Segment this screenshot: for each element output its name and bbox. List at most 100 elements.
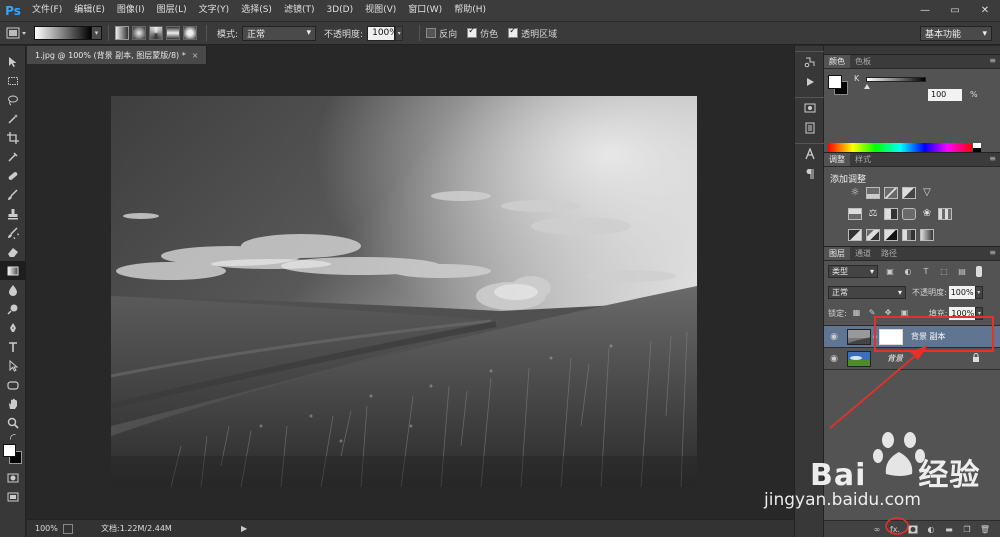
eye-icon[interactable]: ◉: [824, 332, 844, 342]
blend-mode-select[interactable]: 正常 ▾: [828, 285, 906, 299]
photo-filter-icon[interactable]: [902, 208, 916, 220]
pixel-filter-icon[interactable]: ▣: [884, 266, 896, 277]
path-selection-tool[interactable]: [0, 356, 26, 375]
diamond-gradient-button[interactable]: [183, 26, 197, 40]
mask-link-icon[interactable]: ∞: [871, 333, 879, 341]
tab-adjustments[interactable]: 调整: [824, 153, 850, 166]
color-lookup-icon[interactable]: [938, 208, 952, 220]
lock-image-icon[interactable]: ✎: [869, 308, 879, 318]
vibrance-icon[interactable]: ▽: [920, 187, 934, 199]
radial-gradient-button[interactable]: [132, 26, 146, 40]
panel-menu-icon[interactable]: ≡: [989, 248, 996, 257]
layer-name[interactable]: 背景: [887, 353, 903, 364]
healing-brush-tool[interactable]: [0, 166, 26, 185]
close-button[interactable]: ✕: [970, 0, 1000, 21]
layer-opacity-input[interactable]: 100%: [948, 285, 975, 299]
levels-icon[interactable]: [866, 187, 880, 199]
layer-opacity-arrow[interactable]: ▾: [974, 285, 983, 299]
gradient-tool[interactable]: [0, 261, 26, 280]
tab-styles[interactable]: 样式: [850, 153, 876, 166]
swap-colors-button[interactable]: [0, 432, 26, 442]
foreground-color-swatch[interactable]: [3, 444, 16, 457]
delete-layer-icon[interactable]: 🗑: [976, 523, 994, 537]
clone-stamp-tool[interactable]: [0, 204, 26, 223]
threshold-icon[interactable]: [884, 229, 898, 241]
gradient-map-icon[interactable]: [920, 229, 934, 241]
type-filter-icon[interactable]: T: [920, 266, 932, 277]
pen-tool[interactable]: [0, 318, 26, 337]
color-balance-icon[interactable]: ⚖: [866, 208, 880, 220]
quick-mask-button[interactable]: [0, 468, 26, 487]
menu-3d[interactable]: 3D(D): [320, 0, 359, 21]
reflected-gradient-button[interactable]: [166, 26, 180, 40]
linear-gradient-button[interactable]: [115, 26, 129, 40]
actions-panel-icon[interactable]: [795, 72, 825, 92]
menu-image[interactable]: 图像(I): [111, 0, 151, 21]
adjustment-filter-icon[interactable]: ◐: [902, 266, 914, 277]
marquee-tool[interactable]: [0, 71, 26, 90]
eraser-tool[interactable]: [0, 242, 26, 261]
link-layers-icon[interactable]: ∞: [868, 523, 886, 537]
layer-thumbnail[interactable]: [847, 350, 871, 367]
panel-menu-icon[interactable]: ≡: [989, 154, 996, 163]
minimize-button[interactable]: —: [910, 0, 940, 21]
shape-filter-icon[interactable]: ⬚: [938, 266, 950, 277]
screen-mode-button[interactable]: [0, 487, 26, 506]
document-tab[interactable]: 1.jpg @ 100% (背景 副本, 图层蒙版/8) * ×: [27, 46, 208, 64]
menu-help[interactable]: 帮助(H): [448, 0, 492, 21]
layer-row-background-copy[interactable]: ◉ ∞ 背景 副本: [824, 326, 1000, 348]
k-slider-thumb[interactable]: [864, 84, 870, 89]
zoom-tool[interactable]: [0, 413, 26, 432]
lock-all-icon[interactable]: ▣: [901, 308, 911, 318]
export-icon[interactable]: [63, 523, 73, 534]
layer-mask-thumbnail[interactable]: [879, 328, 903, 345]
tool-preset-picker[interactable]: [6, 25, 34, 41]
exposure-icon[interactable]: [902, 187, 916, 199]
hue-saturation-icon[interactable]: [848, 208, 862, 220]
reverse-checkbox[interactable]: [426, 28, 437, 38]
dither-checkbox[interactable]: [467, 26, 478, 38]
info-panel-icon[interactable]: [795, 98, 825, 118]
lasso-tool[interactable]: [0, 90, 26, 109]
black-white-icon[interactable]: [884, 208, 898, 220]
quick-select-tool[interactable]: [0, 109, 26, 128]
menu-edit[interactable]: 编辑(E): [68, 0, 111, 21]
dither-option[interactable]: 仿色: [467, 26, 498, 40]
hand-tool[interactable]: [0, 394, 26, 413]
invert-icon[interactable]: [848, 229, 862, 241]
lock-position-icon[interactable]: ✥: [885, 308, 895, 318]
layer-thumbnail[interactable]: [847, 328, 871, 345]
k-slider-track[interactable]: [866, 77, 926, 82]
transparency-checkbox[interactable]: [508, 26, 519, 38]
zoom-level[interactable]: 100%: [27, 524, 63, 533]
shape-tool[interactable]: [0, 375, 26, 394]
menu-select[interactable]: 选择(S): [235, 0, 278, 21]
properties-panel-icon[interactable]: [795, 118, 825, 138]
menu-layer[interactable]: 图层(L): [151, 0, 193, 21]
document-image[interactable]: [111, 96, 697, 487]
blur-tool[interactable]: [0, 280, 26, 299]
workspace-select[interactable]: 基本功能 ▾: [920, 26, 992, 41]
gradient-picker-arrow[interactable]: ▾: [92, 26, 102, 40]
foreground-color-swatch[interactable]: [828, 75, 842, 89]
move-tool[interactable]: [0, 52, 26, 71]
eyedropper-tool[interactable]: [0, 147, 26, 166]
channel-mixer-icon[interactable]: ❀: [920, 208, 934, 220]
posterize-icon[interactable]: [866, 229, 880, 241]
opacity-input[interactable]: 100%: [367, 25, 398, 41]
maximize-button[interactable]: ▭: [940, 0, 970, 21]
opacity-dropdown-arrow[interactable]: ▾: [395, 25, 404, 41]
add-layer-mask-icon[interactable]: [904, 523, 922, 537]
type-tool[interactable]: [0, 337, 26, 356]
mode-select[interactable]: 正常 ▾: [242, 25, 317, 41]
selective-color-icon[interactable]: [902, 229, 916, 241]
new-group-icon[interactable]: ▬: [940, 523, 958, 537]
menu-view[interactable]: 视图(V): [359, 0, 402, 21]
fill-input[interactable]: 100%: [949, 306, 976, 320]
brush-tool[interactable]: [0, 185, 26, 204]
menu-type[interactable]: 文字(Y): [193, 0, 236, 21]
brightness-contrast-icon[interactable]: ☼: [848, 187, 862, 199]
tab-color[interactable]: 颜色: [824, 55, 850, 68]
tab-paths[interactable]: 路径: [876, 247, 902, 260]
crop-tool[interactable]: [0, 128, 26, 147]
